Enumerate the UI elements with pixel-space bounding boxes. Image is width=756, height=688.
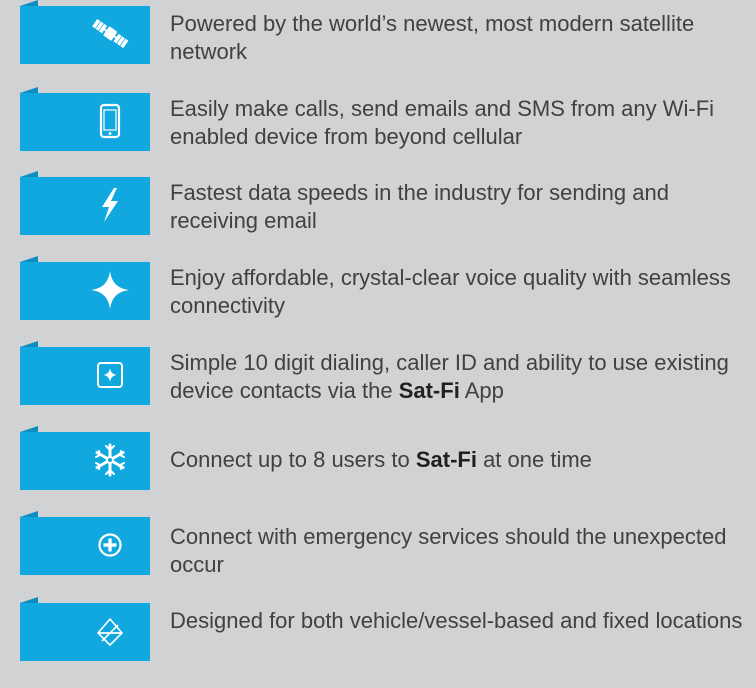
sparkle-icon (90, 270, 130, 310)
badge-background (20, 256, 150, 320)
badge-background (20, 426, 150, 490)
feature-badge (20, 256, 150, 320)
feature-dialing: Simple 10 digit dialing, caller ID and a… (0, 341, 756, 409)
feature-calls-email: Easily make calls, send emails and SMS f… (0, 87, 756, 155)
badge-background (20, 597, 150, 661)
dialpad-icon (90, 355, 130, 395)
feature-text: Designed for both vehicle/vessel-based a… (170, 608, 743, 633)
badge-background (20, 511, 150, 575)
feature-badge (20, 341, 150, 405)
smartphone-icon (90, 101, 130, 141)
feature-text: Enjoy affordable, crystal-clear voice qu… (170, 265, 731, 318)
feature-badge (20, 597, 150, 661)
feature-voice-quality: Enjoy affordable, crystal-clear voice qu… (0, 256, 756, 324)
feature-badge (20, 171, 150, 235)
feature-text: Fastest data speeds in the industry for … (170, 180, 669, 233)
badge-background (20, 87, 150, 151)
lightning-icon (90, 185, 130, 225)
feature-emergency: Connect with emergency services should t… (0, 511, 756, 579)
badge-background (20, 0, 150, 64)
feature-data-speeds: Fastest data speeds in the industry for … (0, 171, 756, 239)
feature-text: Simple 10 digit dialing, caller ID and a… (170, 350, 729, 403)
emergency-plus-icon (90, 525, 130, 565)
location-star-icon (90, 611, 130, 651)
feature-text: Connect up to 8 users to Sat-Fi at one t… (170, 447, 592, 472)
feature-text: Connect with emergency services should t… (170, 524, 727, 577)
feature-badge (20, 511, 150, 575)
feature-locations: Designed for both vehicle/vessel-based a… (0, 597, 756, 665)
feature-text: Easily make calls, send emails and SMS f… (170, 96, 715, 149)
satellite-icon (90, 14, 130, 54)
snowflake-users-icon (90, 440, 130, 480)
feature-badge (20, 0, 150, 64)
feature-badge (20, 426, 150, 490)
feature-satellite: Powered by the world’s newest, most mode… (0, 0, 756, 68)
feature-multi-user: Connect up to 8 users to Sat-Fi at one t… (0, 426, 756, 494)
feature-text: Powered by the world’s newest, most mode… (170, 11, 695, 64)
badge-background (20, 341, 150, 405)
badge-background (20, 171, 150, 235)
feature-badge (20, 87, 150, 151)
